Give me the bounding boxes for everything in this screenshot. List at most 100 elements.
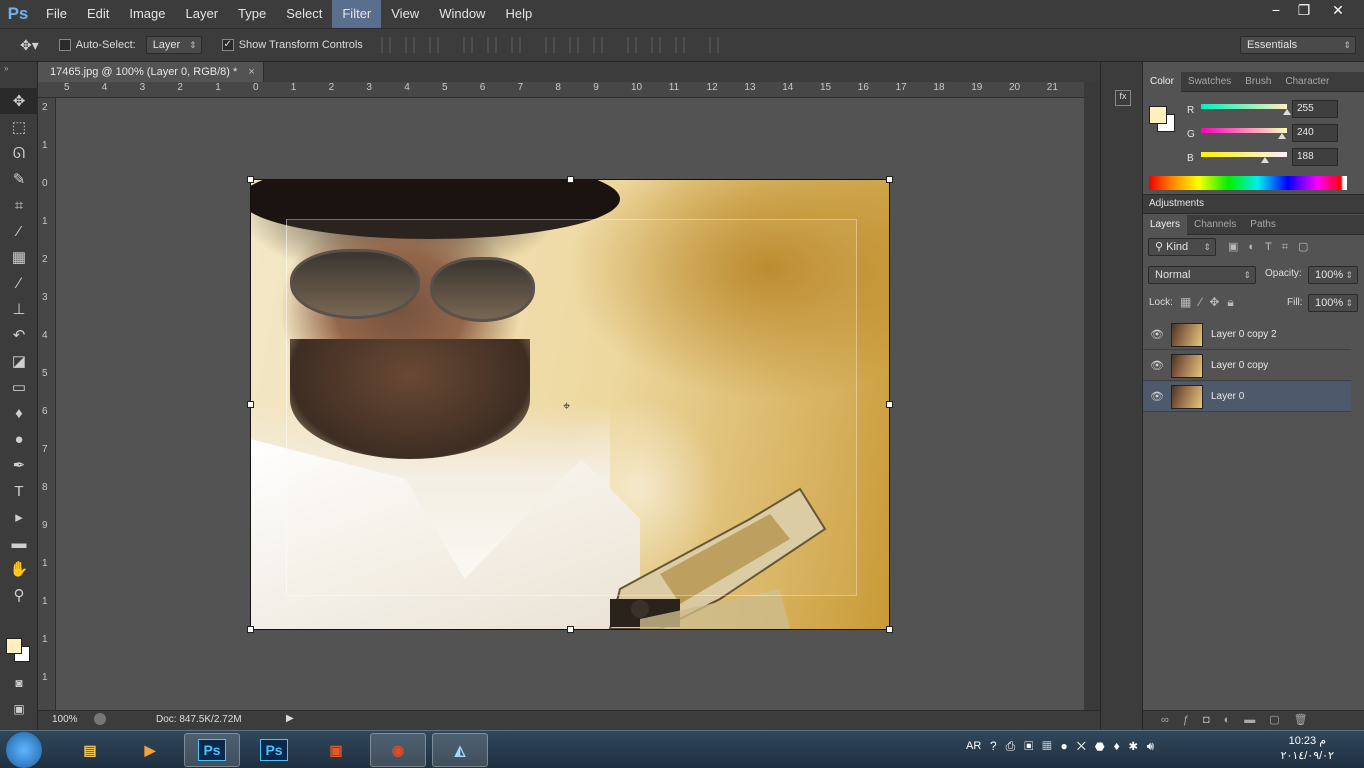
history-brush-tool-icon[interactable]: ↶	[0, 322, 38, 348]
taskbar-photoshop-2[interactable]: Ps	[246, 733, 302, 767]
slider-thumb[interactable]	[1277, 133, 1286, 139]
align-left-icon[interactable]	[463, 37, 473, 53]
taskbar-media-player-icon[interactable]: ▶	[122, 733, 178, 767]
distribute-top-icon[interactable]	[545, 37, 555, 53]
menu-filter[interactable]: Filter	[332, 0, 382, 28]
path-select-tool-icon[interactable]: ▸	[0, 504, 38, 530]
layer-row[interactable]: 👁︎ Layer 0 copy	[1143, 351, 1351, 381]
hand-tool-icon[interactable]: ✋	[0, 556, 38, 582]
history-panel-icon[interactable]: fx	[1115, 90, 1131, 106]
align-right-icon[interactable]	[511, 37, 521, 53]
dodge-tool-icon[interactable]: ●	[0, 426, 38, 452]
visibility-eye-icon[interactable]: 👁︎	[1143, 328, 1171, 341]
quick-mask-icon[interactable]: ◙	[0, 670, 38, 696]
lasso-tool-icon[interactable]: ᘏ	[0, 140, 38, 166]
taskbar-office-icon[interactable]: ▣	[308, 733, 364, 767]
auto-select-target-dropdown[interactable]: Layer	[145, 36, 202, 54]
slider-thumb[interactable]	[1283, 109, 1291, 115]
brush-tool-icon[interactable]: ∕	[0, 270, 38, 296]
red-value[interactable]: 255	[1292, 100, 1338, 118]
lock-icons[interactable]: ▦∕✥🔒︎	[1180, 295, 1242, 310]
tab-character[interactable]: Character	[1278, 76, 1336, 87]
taskbar-notes-icon[interactable]: ◭	[432, 733, 488, 767]
start-button[interactable]	[6, 732, 42, 768]
menu-file[interactable]: File	[36, 0, 77, 28]
transform-handle-top-left[interactable]	[247, 176, 254, 183]
tab-brush[interactable]: Brush	[1238, 76, 1278, 87]
close-button[interactable]: ✕	[1324, 0, 1352, 20]
menu-view[interactable]: View	[381, 0, 429, 28]
tab-swatches[interactable]: Swatches	[1181, 76, 1238, 87]
auto-select-checkbox[interactable]: Auto-Select:	[58, 39, 136, 52]
transform-handle-bottom[interactable]	[567, 626, 574, 633]
layer-filter-kind-dropdown[interactable]: ⚲ Kind	[1148, 238, 1216, 256]
distribute-left-icon[interactable]	[627, 37, 637, 53]
tab-layers[interactable]: Layers	[1143, 214, 1188, 235]
align-hcenter-icon[interactable]	[487, 37, 497, 53]
show-transform-check[interactable]: ✓	[221, 39, 234, 52]
eraser-tool-icon[interactable]: ◪	[0, 348, 38, 374]
transform-handle-top[interactable]	[567, 176, 574, 183]
taskbar-chrome-icon[interactable]: ◉	[370, 733, 426, 767]
quick-select-tool-icon[interactable]: ✎	[0, 166, 38, 192]
marquee-tool-icon[interactable]: ⬚	[0, 114, 38, 140]
menu-window[interactable]: Window	[429, 0, 495, 28]
red-slider[interactable]: R 255	[1143, 100, 1364, 124]
menu-help[interactable]: Help	[495, 0, 542, 28]
green-slider-track[interactable]	[1201, 128, 1287, 139]
distribute-hcenter-icon[interactable]	[651, 37, 661, 53]
align-bottom-icon[interactable]	[429, 37, 439, 53]
screen-mode-icon[interactable]: ▣	[0, 696, 38, 722]
crop-tool-icon[interactable]: ⌗	[0, 192, 38, 218]
color-swatches[interactable]	[6, 638, 30, 662]
move-tool-preset-icon[interactable]: ✥▾	[20, 37, 39, 54]
transform-handle-left[interactable]	[247, 401, 254, 408]
tab-channels[interactable]: Channels	[1187, 219, 1243, 230]
transform-handle-bottom-right[interactable]	[886, 626, 893, 633]
workspace-dropdown[interactable]: Essentials	[1240, 36, 1356, 54]
visibility-eye-icon[interactable]: 👁︎	[1143, 390, 1171, 403]
adjustments-panel-header[interactable]: Adjustments	[1143, 194, 1364, 214]
align-vcenter-icon[interactable]	[405, 37, 415, 53]
blur-tool-icon[interactable]: ♦	[0, 400, 38, 426]
menu-layer[interactable]: Layer	[176, 0, 229, 28]
tab-paths[interactable]: Paths	[1243, 219, 1283, 230]
blue-value[interactable]: 188	[1292, 148, 1338, 166]
menu-image[interactable]: Image	[119, 0, 175, 28]
menu-edit[interactable]: Edit	[77, 0, 119, 28]
layer-filter-icons[interactable]: ▣◐T⌗▢	[1228, 240, 1318, 254]
stamp-tool-icon[interactable]: ⊥	[0, 296, 38, 322]
transform-pivot-icon[interactable]: ⌖	[563, 398, 570, 414]
language-indicator[interactable]: AR	[966, 740, 981, 752]
taskbar-explorer-icon[interactable]: ▤	[62, 733, 118, 767]
document-tab[interactable]: 17465.jpg @ 100% (Layer 0, RGB/8) * ×	[38, 62, 264, 82]
restore-button[interactable]: ❐	[1290, 0, 1318, 20]
opacity-input[interactable]: 100%	[1308, 266, 1358, 284]
gradient-tool-icon[interactable]: ▭	[0, 374, 38, 400]
blue-slider[interactable]: B 188	[1143, 148, 1364, 172]
adjustments-title[interactable]: Adjustments	[1149, 198, 1204, 209]
taskbar-photoshop-active[interactable]: Ps	[184, 733, 240, 767]
layers-panel-footer-icons[interactable]: ∞ƒ◘◐▬▢🗑︎	[1143, 710, 1364, 730]
transform-handle-top-right[interactable]	[886, 176, 893, 183]
status-info-icon[interactable]	[94, 713, 106, 725]
toolbar-collapse-icon[interactable]: »	[0, 62, 37, 88]
system-tray-icons[interactable]: ?⎙▣▦●✕⬣♦✱🔊︎	[990, 739, 1163, 754]
auto-align-icon[interactable]	[709, 37, 719, 53]
document-close-icon[interactable]: ×	[248, 66, 254, 78]
layer-row[interactable]: 👁︎ Layer 0 copy 2	[1143, 320, 1351, 350]
layer-row[interactable]: 👁︎ Layer 0	[1143, 382, 1351, 412]
transform-handle-bottom-left[interactable]	[247, 626, 254, 633]
distribute-vcenter-icon[interactable]	[569, 37, 579, 53]
menu-select[interactable]: Select	[276, 0, 332, 28]
distribute-right-icon[interactable]	[675, 37, 685, 53]
foreground-color-swatch[interactable]	[6, 638, 22, 654]
fill-input[interactable]: 100%	[1308, 294, 1358, 312]
color-spectrum-bar[interactable]	[1149, 176, 1347, 190]
taskbar-clock[interactable]: 10:23 م ٢٠١٤/٠٩/٠٢	[1281, 734, 1334, 764]
red-slider-track[interactable]	[1201, 104, 1291, 115]
transform-handle-right[interactable]	[886, 401, 893, 408]
green-value[interactable]: 240	[1292, 124, 1338, 142]
menu-type[interactable]: Type	[228, 0, 276, 28]
slider-thumb[interactable]	[1260, 157, 1269, 163]
